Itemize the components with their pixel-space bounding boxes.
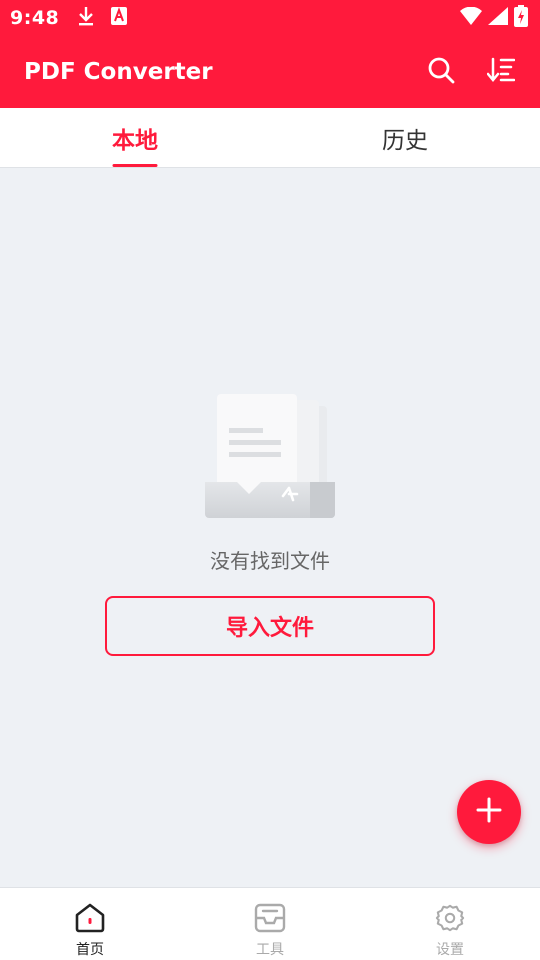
- empty-message: 没有找到文件: [210, 549, 330, 573]
- download-icon: [77, 6, 95, 30]
- status-time: 9:48: [10, 7, 60, 29]
- plus-icon: [476, 797, 502, 827]
- nav-settings[interactable]: 设置: [360, 888, 540, 960]
- add-fab-button[interactable]: [457, 780, 521, 844]
- bottom-nav: 首页 工具 设置: [0, 887, 540, 960]
- status-right-icons: [460, 5, 528, 31]
- wifi-icon: [460, 6, 482, 29]
- sort-icon: [486, 57, 516, 87]
- import-file-button[interactable]: 导入文件: [105, 596, 435, 656]
- empty-folder-icon: [205, 390, 335, 518]
- app-notification-icon: [111, 7, 128, 29]
- gear-icon: [434, 903, 466, 937]
- tab-history[interactable]: 历史: [270, 108, 540, 167]
- search-button[interactable]: [426, 57, 456, 87]
- tray-icon: [254, 903, 286, 937]
- tab-local[interactable]: 本地: [0, 108, 270, 167]
- nav-tools[interactable]: 工具: [180, 888, 360, 960]
- app-title: PDF Converter: [24, 59, 213, 85]
- signal-icon: [488, 7, 508, 29]
- app-bar-actions: [426, 57, 516, 87]
- nav-settings-label: 设置: [436, 942, 464, 958]
- screen: 9:48 PDF Converter 本地 历史 没有找到文件 导入文件 首页 …: [0, 0, 540, 960]
- sort-button[interactable]: [486, 57, 516, 87]
- battery-charging-icon: [514, 5, 528, 31]
- nav-home[interactable]: 首页: [0, 888, 180, 960]
- app-bar: PDF Converter: [0, 36, 540, 108]
- nav-tools-label: 工具: [256, 942, 284, 958]
- empty-state: 没有找到文件 导入文件: [0, 390, 540, 656]
- status-bar: 9:48: [0, 0, 540, 36]
- nav-home-label: 首页: [76, 942, 104, 958]
- status-left-icons: [77, 6, 128, 30]
- tab-bar: 本地 历史: [0, 108, 540, 168]
- home-icon: [74, 903, 106, 937]
- tab-local-label: 本地: [112, 127, 158, 154]
- tab-history-label: 历史: [382, 127, 428, 154]
- top-header: 9:48 PDF Converter: [0, 0, 540, 108]
- search-icon: [427, 56, 455, 88]
